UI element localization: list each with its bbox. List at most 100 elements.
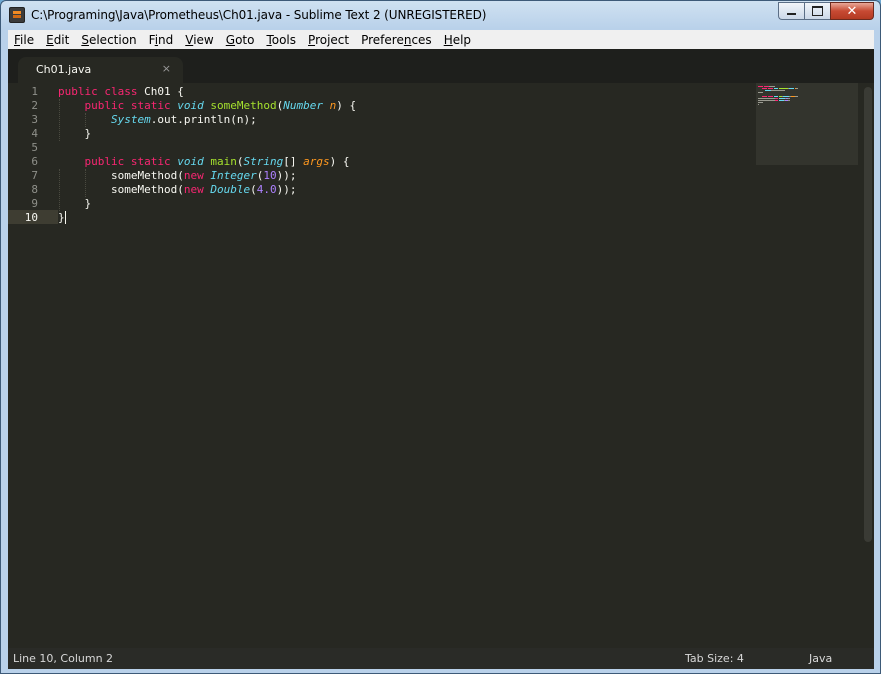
menu-bar: File Edit Selection Find View Goto Tools Projec… bbox=[8, 30, 874, 49]
minimap-segment bbox=[775, 100, 778, 101]
menu-preferences[interactable]: Preferences bbox=[355, 33, 438, 47]
code-token: public bbox=[58, 85, 98, 98]
line-number: 1 bbox=[31, 85, 38, 98]
code-token: Ch01 { bbox=[137, 85, 184, 98]
code-token: void bbox=[177, 99, 204, 112]
cursor-position: Line 10, Column 2 bbox=[13, 652, 114, 665]
minimap-segment bbox=[774, 96, 778, 97]
window-controls: ✕ bbox=[778, 2, 874, 21]
code-token: args bbox=[303, 155, 330, 168]
code-line[interactable]: someMethod(new Integer(10)); bbox=[58, 169, 296, 183]
line-number: 3 bbox=[31, 113, 38, 126]
code-token: public bbox=[84, 155, 125, 168]
code-token: void bbox=[177, 155, 204, 168]
code-line[interactable]: System.out.println(n); bbox=[58, 113, 257, 127]
tab-close-icon[interactable]: × bbox=[162, 62, 171, 75]
sublime-window: C:\Programing\Java\Prometheus\Ch01.java … bbox=[0, 0, 881, 674]
menu-help[interactable]: Help bbox=[438, 33, 477, 47]
line-number: 2 bbox=[31, 99, 38, 112]
minimap-segment bbox=[761, 88, 767, 89]
code-token: static bbox=[130, 155, 171, 168]
menu-edit[interactable]: Edit bbox=[40, 33, 75, 47]
minimap-segment bbox=[768, 86, 776, 87]
indent-guide bbox=[85, 113, 87, 127]
code-token: 4.0 bbox=[256, 183, 277, 196]
code-token: System bbox=[110, 113, 151, 126]
close-icon: ✕ bbox=[846, 3, 858, 19]
code-token: Integer bbox=[210, 169, 257, 182]
code-token: } bbox=[58, 197, 92, 210]
code-token: Double bbox=[210, 183, 251, 196]
menu-project[interactable]: Project bbox=[302, 33, 355, 47]
syntax-indicator[interactable]: Java bbox=[809, 652, 832, 665]
code-token: someMethod( bbox=[58, 183, 184, 196]
code-line[interactable]: public class Ch01 { bbox=[58, 85, 184, 99]
minimap-segment bbox=[770, 90, 785, 91]
code-token: main bbox=[210, 155, 237, 168]
code-token: Number bbox=[283, 99, 323, 112]
line-number: 5 bbox=[31, 141, 38, 154]
minimap[interactable] bbox=[756, 83, 858, 165]
minimap-segment bbox=[775, 98, 778, 99]
minimize-icon bbox=[787, 13, 796, 15]
code-token: ( bbox=[250, 183, 257, 196]
line-number: 7 bbox=[31, 169, 38, 182]
maximize-button[interactable] bbox=[804, 2, 830, 20]
minimap-segment bbox=[774, 88, 778, 89]
code-token: )); bbox=[276, 183, 297, 196]
code-line[interactable]: someMethod(new Double(4.0)); bbox=[58, 183, 297, 197]
code-token: ( bbox=[236, 155, 244, 168]
code-token: } bbox=[58, 211, 65, 224]
menu-view[interactable]: View bbox=[179, 33, 219, 47]
close-button[interactable]: ✕ bbox=[830, 2, 874, 20]
maximize-icon bbox=[812, 6, 823, 16]
code-token: )); bbox=[276, 169, 297, 182]
line-number: 10 bbox=[24, 211, 38, 224]
menu-goto[interactable]: Goto bbox=[220, 33, 261, 47]
code-line[interactable]: } bbox=[58, 211, 66, 225]
code-line[interactable]: public static void main(String[] args) { bbox=[58, 155, 350, 169]
title-bar[interactable]: C:\Programing\Java\Prometheus\Ch01.java … bbox=[1, 1, 880, 30]
code-token: public bbox=[84, 99, 125, 112]
tab-size-indicator[interactable]: Tab Size: 4 bbox=[685, 652, 744, 665]
menu-file[interactable]: File bbox=[8, 33, 40, 47]
minimap-segment bbox=[758, 92, 763, 93]
tab-ch01-java[interactable]: Ch01.java × bbox=[18, 57, 183, 83]
code-token: 10 bbox=[263, 169, 277, 182]
minimap-segment bbox=[758, 98, 776, 99]
menu-tools[interactable]: Tools bbox=[260, 33, 302, 47]
minimize-button[interactable] bbox=[778, 2, 804, 20]
code-line[interactable]: public static void someMethod(Number n) … bbox=[58, 99, 357, 113]
minimap-segment bbox=[758, 104, 759, 105]
line-number: 6 bbox=[31, 155, 38, 168]
code-token: ) { bbox=[336, 99, 357, 112]
code-line[interactable]: } bbox=[58, 127, 91, 141]
menu-find[interactable]: Find bbox=[143, 33, 180, 47]
minimap-segment bbox=[787, 98, 791, 99]
sublime-app-icon[interactable] bbox=[9, 7, 25, 23]
code-area[interactable]: public class Ch01 { public static void s… bbox=[58, 83, 748, 648]
status-bar: Line 10, Column 2 Tab Size: 4 Java bbox=[8, 648, 874, 669]
code-editor[interactable]: 1 2 3 4 5 6 7 8 9 10 public class Ch01 { public s… bbox=[8, 83, 874, 648]
code-token: class bbox=[104, 85, 138, 98]
vertical-scrollbar[interactable] bbox=[864, 87, 872, 542]
code-line[interactable]: } bbox=[58, 197, 91, 211]
code-token: [] bbox=[283, 155, 304, 168]
code-token: static bbox=[130, 99, 171, 112]
line-number: 8 bbox=[31, 183, 38, 196]
tab-strip: Ch01.java × bbox=[8, 49, 874, 83]
tab-label: Ch01.java bbox=[36, 63, 92, 76]
code-token: } bbox=[58, 127, 92, 140]
minimap-segment bbox=[767, 88, 774, 89]
minimap-segment bbox=[767, 96, 774, 97]
minimap-segment bbox=[788, 88, 794, 89]
menu-selection[interactable]: Selection bbox=[75, 33, 142, 47]
minimap-segment bbox=[787, 100, 791, 101]
minimap-segment bbox=[758, 86, 764, 87]
text-cursor bbox=[64, 211, 66, 224]
